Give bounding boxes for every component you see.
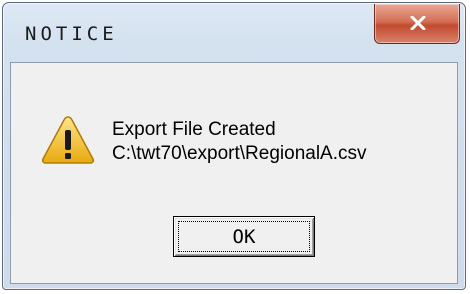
dialog-body: Export File Created C:\twt70\export\Regi… [10, 62, 458, 284]
close-icon [410, 16, 426, 30]
message-text: Export File Created C:\twt70\export\Regi… [112, 118, 367, 166]
notice-dialog: NOTICE Export File Created C:\twt70\expo… [2, 2, 466, 290]
message-line-1: Export File Created [112, 119, 276, 140]
ok-button[interactable]: OK [173, 216, 315, 257]
ok-button-label: OK [232, 226, 256, 248]
window-title: NOTICE [25, 23, 118, 45]
warning-icon [41, 116, 95, 164]
message-line-2: C:\twt70\export\RegionalA.csv [112, 143, 367, 164]
title-bar[interactable]: NOTICE [3, 3, 465, 61]
close-button[interactable] [374, 4, 460, 44]
